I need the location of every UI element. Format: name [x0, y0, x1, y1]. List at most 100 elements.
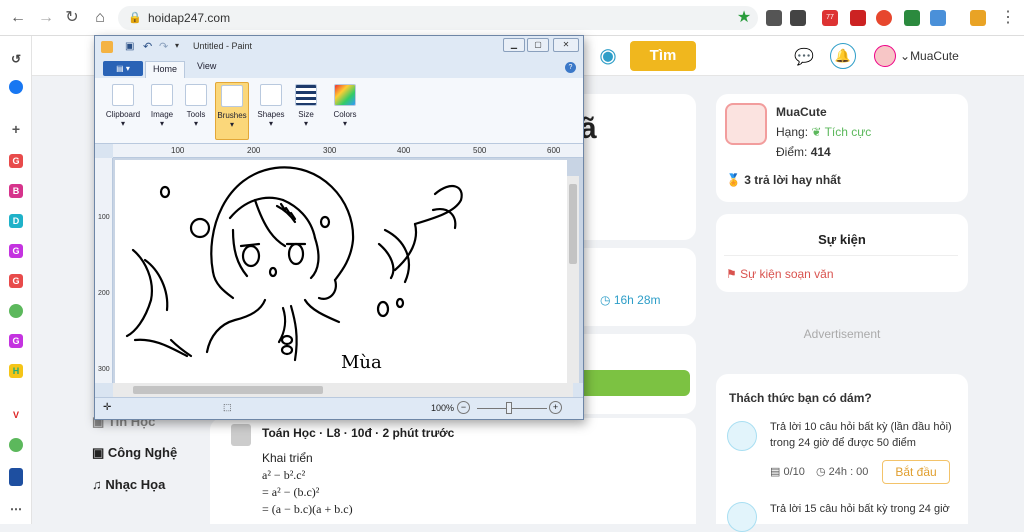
group-image[interactable]: Image ▾: [145, 82, 179, 140]
reload-icon[interactable]: ↻: [62, 8, 82, 28]
paint-window[interactable]: ▣ ↶ ↷ ▾ Untitled - Paint ▁ ▢ ✕ ▤ ▾ Home …: [94, 35, 584, 420]
bookmark-star-icon[interactable]: ★: [734, 8, 754, 28]
lock-icon: 🔒: [128, 12, 142, 24]
shortcut-green-icon[interactable]: [9, 438, 23, 452]
home-icon[interactable]: ⌂: [90, 8, 110, 28]
post-line: = (a − b.c)(a + b.c): [262, 502, 353, 516]
group-shapes[interactable]: Shapes ▾: [255, 82, 287, 140]
rank-leaf-icon: ❦: [811, 125, 822, 139]
nav-nhac-hoa[interactable]: ♫ Nhạc Họa: [92, 477, 165, 492]
header-username[interactable]: ⌄MuaCute: [900, 49, 959, 63]
zoom-out-button[interactable]: −: [457, 401, 470, 414]
event-item[interactable]: ⚑ Sự kiện soạn văn: [726, 267, 834, 281]
tab-home[interactable]: Home: [145, 61, 185, 78]
cursor-position-icon: ✛: [103, 402, 112, 413]
group-tools[interactable]: Tools ▾: [181, 82, 211, 140]
zoom-slider-thumb[interactable]: [506, 402, 512, 414]
group-size[interactable]: Size ▾: [291, 82, 321, 140]
close-button[interactable]: ✕: [553, 38, 579, 52]
extension-shield-icon[interactable]: [766, 10, 782, 26]
advertisement-label: Advertisement: [803, 327, 881, 341]
browser-toolbar: ← → ↻ ⌂ 🔒 hoidap247.com ★ 77 ⋮: [0, 0, 1024, 36]
shortcut-g3-icon[interactable]: G: [9, 274, 23, 288]
profile-points: Điểm: 414: [776, 145, 831, 159]
blue-extension-icon[interactable]: [930, 10, 946, 26]
drawing-canvas[interactable]: Mùa: [115, 160, 567, 383]
bell-icon[interactable]: 🔔: [830, 43, 856, 69]
group-brushes[interactable]: Brushes ▾: [215, 82, 249, 140]
address-bar[interactable]: 🔒 hoidap247.com: [118, 6, 758, 30]
vertical-ruler: 100 200 300: [95, 158, 113, 383]
clipboard-icon: [112, 84, 134, 106]
shortcut-h-icon[interactable]: H: [9, 364, 23, 378]
forward-icon[interactable]: →: [36, 8, 56, 28]
best-answers: 🏅 3 trả lời hay nhất: [726, 173, 841, 187]
search-button[interactable]: Tìm: [630, 41, 696, 71]
green-extension-icon[interactable]: [904, 10, 920, 26]
download-icon[interactable]: [790, 10, 806, 26]
zoom-in-button[interactable]: +: [549, 401, 562, 414]
colors-icon: [334, 84, 356, 106]
profile-name[interactable]: MuaCute: [776, 105, 827, 119]
tab-view[interactable]: View: [197, 61, 216, 71]
menu-dots-icon[interactable]: ⋮: [998, 8, 1018, 28]
brush-icon: [221, 85, 243, 107]
zoom-level: 100%: [431, 403, 455, 413]
post-line: = a² − (b.c)²: [262, 485, 320, 499]
undo-icon[interactable]: ↶: [143, 40, 152, 53]
shortcut-circle-icon[interactable]: [9, 304, 23, 318]
tools-icon: [185, 84, 207, 106]
post-body: Khai triển a² − b².c² = a² − (b.c)² = (a…: [262, 450, 353, 518]
colorful-extension-icon[interactable]: [876, 10, 892, 26]
answer-bar[interactable]: [578, 370, 690, 396]
vtv-icon[interactable]: V: [9, 408, 23, 422]
canvas-signature: Mùa: [341, 352, 382, 373]
paint-titlebar[interactable]: ▣ ↶ ↷ ▾ Untitled - Paint ▁ ▢ ✕: [95, 36, 583, 58]
horizontal-scrollbar[interactable]: [113, 383, 573, 397]
nav-cong-nghe[interactable]: ▣ Công Nghệ: [92, 445, 177, 461]
file-menu-button[interactable]: ▤ ▾: [103, 61, 143, 76]
vertical-scrollbar[interactable]: [567, 176, 579, 383]
shortcut-g-icon[interactable]: G: [9, 154, 23, 168]
extension-sidebar: ↺ + G B D G G G H V ⋯: [0, 36, 32, 524]
header-avatar[interactable]: [874, 45, 896, 67]
messenger-icon[interactable]: [9, 80, 23, 94]
shortcut-d-icon[interactable]: D: [9, 214, 23, 228]
quick-access-dropdown-icon[interactable]: ▾: [175, 41, 179, 50]
flash-extension-icon[interactable]: [850, 10, 866, 26]
challenge-grid-icon: [727, 421, 757, 451]
paint-app-icon[interactable]: [101, 41, 113, 53]
more-icon[interactable]: ⋯: [9, 502, 23, 516]
quick-save-icon[interactable]: ▣: [125, 41, 134, 52]
maximize-button[interactable]: ▢: [527, 38, 549, 52]
shortcut-g2-icon[interactable]: G: [9, 244, 23, 258]
post-avatar[interactable]: [231, 424, 251, 446]
group-clipboard[interactable]: Clipboard ▾: [103, 82, 143, 140]
image-select-icon: [151, 84, 173, 106]
challenge-task-2: Trả lời 15 câu hỏi bất kỳ trong 24 giờ: [770, 503, 950, 515]
back-icon[interactable]: ←: [8, 8, 28, 28]
start-challenge-button[interactable]: Bắt đầu: [882, 460, 950, 484]
chat-icon[interactable]: 💬: [794, 47, 814, 67]
selection-size-icon: ⬚: [223, 402, 232, 412]
puzzle-extension-icon[interactable]: [970, 10, 986, 26]
help-icon[interactable]: ?: [565, 62, 576, 73]
group-colors[interactable]: Colors ▾: [329, 82, 361, 140]
challenge-title: Thách thức bạn có dám?: [729, 391, 872, 405]
sale-icon[interactable]: [9, 468, 23, 486]
medal-icon: 🏅: [726, 173, 741, 187]
shortcut-b-icon[interactable]: B: [9, 184, 23, 198]
timer: ◷ 16h 28m: [600, 293, 661, 307]
camera-icon[interactable]: ◉: [594, 42, 622, 70]
redo-icon[interactable]: ↷: [159, 40, 168, 53]
extension-badge-icon[interactable]: 77: [822, 10, 838, 26]
flag-icon: ⚑: [726, 267, 737, 281]
minimize-button[interactable]: ▁: [503, 38, 525, 52]
profile-avatar[interactable]: [725, 103, 767, 145]
add-icon[interactable]: +: [9, 122, 23, 136]
paint-tabs: ▤ ▾ Home View ?: [95, 58, 583, 78]
zoom-slider[interactable]: [477, 408, 547, 409]
paint-ribbon: Clipboard ▾ Image ▾ Tools ▾ Brushes ▾ Shapes…: [95, 78, 583, 144]
history-icon[interactable]: ↺: [9, 52, 23, 66]
shortcut-g4-icon[interactable]: G: [9, 334, 23, 348]
